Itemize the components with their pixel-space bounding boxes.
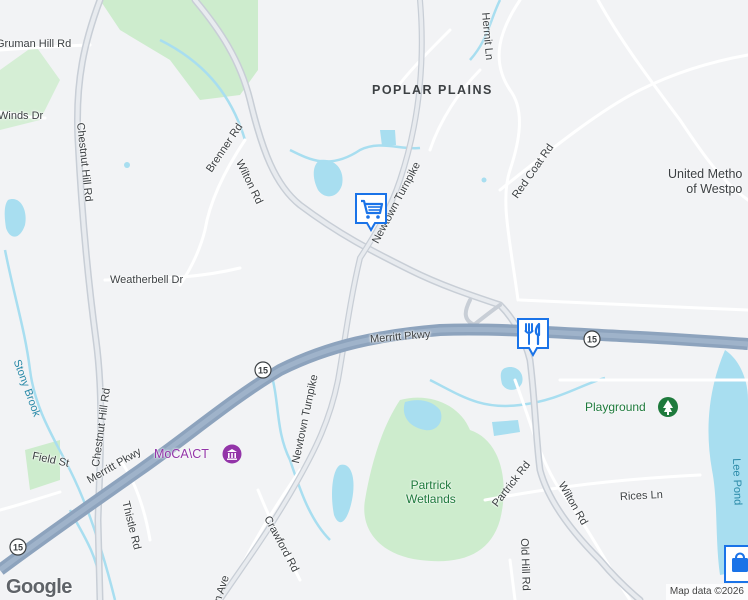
church-label-line1: United Metho — [668, 167, 743, 181]
water-label-lee-pond: Lee Pond — [730, 458, 744, 506]
road-label-rices-ln: Rices Ln — [619, 488, 664, 504]
road-label-weatherbell-dr: Weatherbell Dr — [110, 274, 184, 286]
shopping-cart-icon[interactable] — [353, 192, 389, 232]
road-label-winds-dr: Winds Dr — [0, 110, 44, 122]
route-shield-15: 15 — [254, 361, 272, 379]
park-label-playground: Playground — [585, 400, 646, 414]
svg-text:15: 15 — [258, 366, 268, 376]
fork-knife-icon[interactable] — [515, 317, 551, 357]
map-attribution: Map data ©2026 — [665, 584, 748, 600]
tree-icon[interactable] — [657, 396, 679, 418]
route-shield-15: 15 — [583, 330, 601, 348]
neighborhood-label: POPLAR PLAINS — [372, 83, 493, 97]
map-canvas[interactable]: POPLAR PLAINS Merritt Pkwy Merritt Pkwy … — [0, 0, 748, 600]
svg-text:15: 15 — [587, 335, 597, 345]
poi-label-museum[interactable]: MoCA\CT — [154, 447, 209, 461]
google-logo: Google — [6, 576, 72, 598]
route-shield-15: 15 — [9, 538, 27, 556]
road-label-gruman-hill-rd: Gruman Hill Rd — [0, 38, 72, 50]
road-label-old-hill-rd: Old Hill Rd — [518, 538, 532, 591]
shopping-bag-icon[interactable] — [722, 544, 748, 584]
park-label-partrick-wetlands: Partrick Wetlands — [406, 478, 456, 506]
place-label-church[interactable]: United Metho of Westpo — [668, 167, 742, 197]
church-label-line2: of Westpo — [686, 182, 743, 196]
museum-icon[interactable] — [222, 444, 242, 464]
svg-text:15: 15 — [13, 543, 23, 553]
